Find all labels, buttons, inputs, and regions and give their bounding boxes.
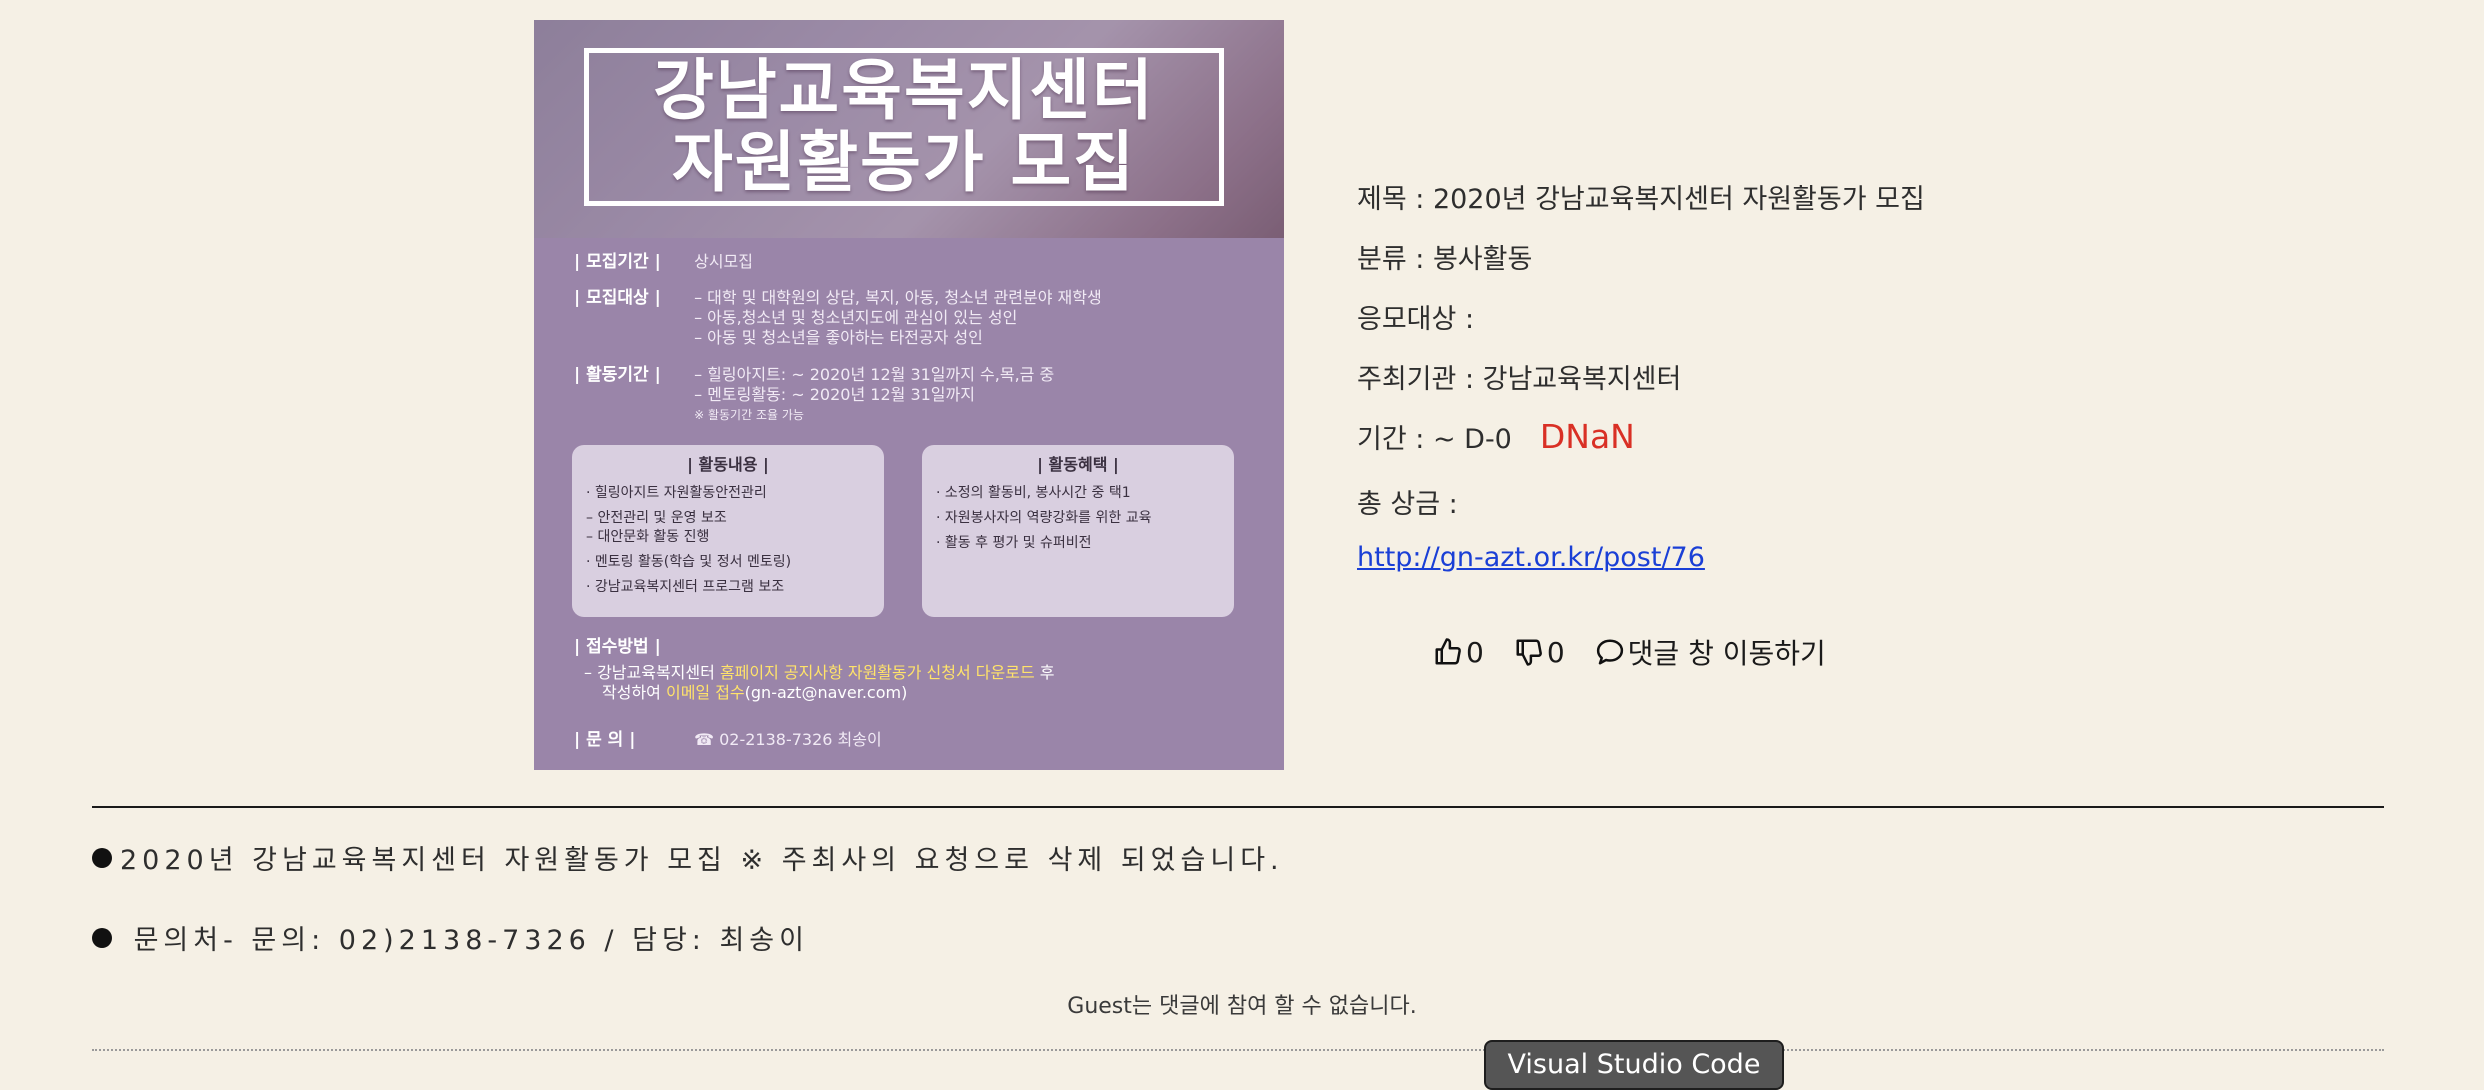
poster-card-item: · 활동 후 평가 및 슈퍼비전 (936, 535, 1092, 551)
poster-apply-highlight: 홈페이지 공지사항 자원활동가 신청서 다운로드 (719, 663, 1035, 682)
poster-row-line: – 아동,청소년 및 청소년지도에 관심이 있는 성인 (694, 308, 1018, 327)
info-period: 기간 : ~ D-0 (1357, 424, 1512, 455)
poster-card-benefits: | 활동혜택 | · 소정의 활동비, 봉사시간 중 택1 · 자원봉사자의 역… (922, 445, 1234, 617)
notice-deleted: 2020년 강남교육복지센터 자원활동가 모집 ※ 주최사의 요청으로 삭제 되… (92, 838, 1284, 877)
poster-card-item: · 힐링아지트 자원활동안전관리 (586, 485, 767, 501)
poster-row-note: ※ 활동기간 조율 가능 (694, 408, 804, 422)
poster-apply-text: – 강남교육복지센터 (584, 663, 720, 682)
poster-card-title: | 활동혜택 | (1037, 455, 1119, 474)
dday-badge: DNaN (1539, 417, 1635, 456)
poster-apply-highlight: 이메일 접수 (665, 683, 745, 702)
poster-row-label: | 모집기간 | (574, 252, 661, 272)
poster-row-contact: | 문 의 | ☎ 02-2138-7326 최송이 (574, 730, 882, 750)
guest-comment-notice: Guest는 댓글에 참여 할 수 없습니다. (1067, 994, 1417, 1019)
poster-row-apply: | 접수방법 | – 강남교육복지센터 홈페이지 공지사항 자원활동가 신청서 … (574, 637, 1055, 703)
notice-contact: 문의처- 문의: 02)2138-7326 / 담당: 최송이 (92, 918, 809, 957)
poster-card-item: · 소정의 활동비, 봉사시간 중 택1 (936, 485, 1131, 501)
poster-card-item: · 자원봉사자의 역량강화를 위한 교육 (936, 510, 1152, 526)
info-prize: 총 상금 : (1357, 489, 1458, 520)
poster-row-period: | 모집기간 | 상시모집 (574, 252, 753, 272)
poster-row-label: | 문 의 | (574, 730, 636, 750)
poster-card-item: · 멘토링 활동(학습 및 정서 멘토링) (586, 554, 792, 570)
dislike-button[interactable]: 0 (1514, 636, 1565, 669)
poster-card-item: · 강남교육복지센터 프로그램 보조 (586, 579, 785, 595)
info-category: 분류 : 봉사활동 (1357, 244, 1533, 275)
taskbar-tooltip: Visual Studio Code (1484, 1040, 1784, 1090)
like-count: 0 (1466, 635, 1484, 669)
go-to-comments-button[interactable]: 댓글 창 이동하기 (1595, 632, 1826, 672)
bullet-icon (92, 848, 112, 868)
poster-apply-text: (gn-azt@naver.com) (744, 683, 908, 702)
poster-row-line: – 대학 및 대학원의 상담, 복지, 아동, 청소년 관련분야 재학생 (694, 288, 1102, 307)
poster-row-label: | 활동기간 | (574, 365, 661, 385)
poster-row-line: – 아동 및 청소년을 좋아하는 타전공자 성인 (694, 328, 983, 347)
notice-contact-text: 문의처- 문의: 02)2138-7326 / 담당: 최송이 (120, 925, 809, 956)
poster-title-line-1: 강남교육복지센터 (653, 52, 1155, 129)
info-title: 제목 : 2020년 강남교육복지센터 자원활동가 모집 (1357, 184, 1925, 215)
section-divider (92, 806, 2384, 808)
poster-row-line: 상시모집 (694, 252, 753, 271)
notice-deleted-text: 2020년 강남교육복지센터 자원활동가 모집 ※ 주최사의 요청으로 삭제 되… (120, 845, 1284, 876)
info-period-row: 기간 : ~ D-0 DNaN (1357, 417, 1635, 456)
poster-card-item: – 안전관리 및 운영 보조 (586, 510, 727, 526)
poster-row-line: – 힐링아지트: ~ 2020년 12월 31일까지 수,목,금 중 (694, 365, 1055, 384)
thumbs-down-icon (1516, 639, 1542, 666)
speech-bubble-icon (1596, 639, 1623, 665)
recruitment-poster-image: 강남교육복지센터 자원활동가 모집 | 모집기간 | 상시모집 | 모집대상 |… (534, 20, 1284, 770)
poster-row-label: | 접수방법 | (574, 637, 661, 657)
info-target: 응모대상 : (1357, 304, 1475, 335)
info-link[interactable]: http://gn-azt.or.kr/post/76 (1357, 542, 1705, 573)
dotted-divider (92, 1049, 2384, 1051)
poster-title-line-2: 자원활동가 모집 (671, 124, 1137, 201)
poster-card-item: – 대안문화 활동 진행 (586, 529, 710, 545)
reaction-bar: 0 0 댓글 창 이동하기 (1433, 632, 1856, 672)
like-button[interactable]: 0 (1433, 636, 1484, 669)
info-link-row: http://gn-azt.or.kr/post/76 (1357, 542, 1705, 573)
poster-contact-value: ☎ 02-2138-7326 최송이 (694, 730, 882, 749)
poster-row-label: | 모집대상 | (574, 288, 661, 308)
dislike-count: 0 (1546, 635, 1565, 669)
poster-row-line: – 멘토링활동: ~ 2020년 12월 31일까지 (694, 385, 975, 404)
poster-row-target: | 모집대상 | – 대학 및 대학원의 상담, 복지, 아동, 청소년 관련분… (574, 288, 1102, 348)
poster-title-box: 강남교육복지센터 자원활동가 모집 (584, 48, 1224, 206)
poster-card-activities: | 활동내용 | · 힐링아지트 자원활동안전관리 – 안전관리 및 운영 보조… (572, 445, 884, 617)
info-organizer: 주최기관 : 강남교육복지센터 (1357, 364, 1682, 395)
poster-apply-text: 후 (1034, 663, 1055, 682)
bullet-icon (92, 928, 112, 948)
poster-card-title: | 활동내용 | (687, 455, 769, 474)
poster-apply-text: 작성하여 (602, 683, 666, 702)
thumbs-up-icon (1435, 638, 1461, 665)
go-to-comments-label: 댓글 창 이동하기 (1627, 637, 1826, 670)
poster-row-activity-period: | 활동기간 | – 힐링아지트: ~ 2020년 12월 31일까지 수,목,… (574, 365, 1054, 425)
